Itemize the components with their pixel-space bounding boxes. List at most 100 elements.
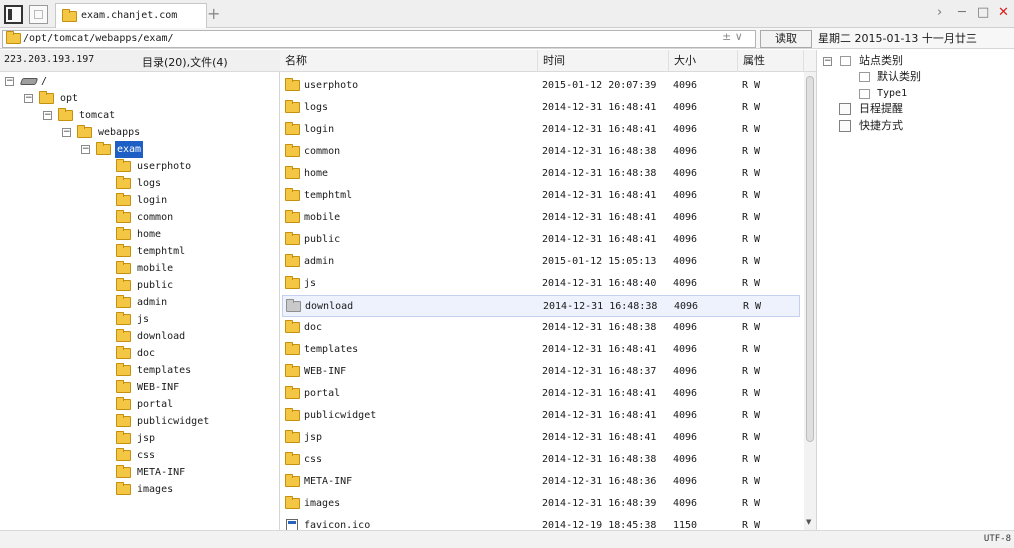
file-row[interactable]: login 2014-12-31 16:48:41 4096 R W (282, 119, 800, 141)
file-size: 4096 (673, 322, 698, 333)
file-row[interactable]: js 2014-12-31 16:48:40 4096 R W (282, 273, 800, 295)
file-row[interactable]: images 2014-12-31 16:48:39 4096 R W (282, 493, 800, 515)
column-attr[interactable]: 属性 (738, 50, 804, 72)
folder-icon (116, 448, 131, 461)
tree-node-label: temphtml (137, 246, 186, 257)
file-time: 2014-12-31 16:48:41 (542, 410, 657, 421)
file-attr: R W (742, 388, 761, 399)
tree-node-label: WEB-INF (137, 382, 180, 393)
file-row[interactable]: mobile 2014-12-31 16:48:41 4096 R W (282, 207, 800, 229)
file-row[interactable]: userphoto 2015-01-12 20:07:39 4096 R W (282, 75, 800, 97)
close-icon[interactable]: ✕ (998, 4, 1009, 22)
file-row[interactable]: templates 2014-12-31 16:48:41 4096 R W (282, 339, 800, 361)
file-attr: R W (742, 234, 761, 245)
new-tab-button[interactable]: + (207, 5, 220, 23)
tree-node-label: tomcat (79, 110, 116, 121)
file-row[interactable]: download 2014-12-31 16:48:38 4096 R W (282, 295, 800, 317)
file-time: 2014-12-19 18:45:38 (542, 520, 657, 530)
folder-icon (285, 364, 300, 377)
tree-node-label: public (137, 280, 174, 291)
file-row[interactable]: logs 2014-12-31 16:48:41 4096 R W (282, 97, 800, 119)
file-icon (286, 519, 298, 530)
blank-tab-icon[interactable] (29, 5, 48, 24)
shortcut-label: 快捷方式 (859, 119, 903, 132)
collapse-icon[interactable]: − (81, 145, 90, 154)
tree-node-label: admin (137, 297, 168, 308)
tree-node-label: common (137, 212, 174, 223)
collapse-icon[interactable]: − (62, 128, 71, 137)
file-row[interactable]: home 2014-12-31 16:48:38 4096 R W (282, 163, 800, 185)
tab-exam-chanjet[interactable]: exam.chanjet.com (55, 3, 207, 28)
file-row[interactable]: META-INF 2014-12-31 16:48:36 4096 R W (282, 471, 800, 493)
minimize-icon[interactable]: ─ (958, 4, 966, 22)
read-button[interactable]: 读取 (760, 30, 812, 48)
column-size[interactable]: 大小 (669, 50, 738, 72)
file-name: doc (304, 322, 323, 333)
file-size: 4096 (673, 432, 698, 443)
side-panel: − 站点类别 默认类别 Type1 日程提醒 快捷方式 (816, 50, 1014, 530)
scroll-down-arrow-icon[interactable]: ▼ (806, 518, 811, 526)
file-row[interactable]: css 2014-12-31 16:48:38 4096 R W (282, 449, 800, 471)
folder-icon (116, 397, 131, 410)
maximize-icon[interactable]: □ (977, 4, 989, 22)
file-size: 4096 (674, 301, 699, 312)
file-time: 2014-12-31 16:48:38 (542, 168, 657, 179)
server-info: 223.203.193.197 目录(20),文件(4) (0, 50, 280, 72)
drive-icon (19, 78, 39, 85)
collapse-icon[interactable]: − (823, 57, 832, 66)
folder-icon (286, 299, 301, 312)
file-row[interactable]: favicon.ico 2014-12-19 18:45:38 1150 R W (282, 515, 800, 530)
tree-node-label: css (137, 450, 156, 461)
file-row[interactable]: temphtml 2014-12-31 16:48:41 4096 R W (282, 185, 800, 207)
tab-bar: exam.chanjet.com + › ─ □ ✕ (0, 0, 1014, 28)
file-row[interactable]: WEB-INF 2014-12-31 16:48:37 4096 R W (282, 361, 800, 383)
file-time: 2014-12-31 16:48:41 (542, 212, 657, 223)
file-time: 2015-01-12 20:07:39 (542, 80, 657, 91)
file-row[interactable]: common 2014-12-31 16:48:38 4096 R W (282, 141, 800, 163)
file-row[interactable]: public 2014-12-31 16:48:41 4096 R W (282, 229, 800, 251)
folder-icon (116, 210, 131, 223)
reminder-icon (839, 103, 851, 115)
file-row[interactable]: admin 2015-01-12 15:05:13 4096 R W (282, 251, 800, 273)
file-time: 2014-12-31 16:48:39 (542, 498, 657, 509)
file-time: 2014-12-31 16:48:41 (542, 190, 657, 201)
path-input[interactable]: /opt/tomcat/webapps/exam/ (2, 30, 756, 48)
file-list-scrollbar[interactable]: ▼ (804, 72, 816, 530)
file-time: 2014-12-31 16:48:41 (542, 344, 657, 355)
file-attr: R W (742, 322, 761, 333)
collapse-icon[interactable]: − (43, 111, 52, 120)
file-list: userphoto 2015-01-12 20:07:39 4096 R W logs 2… (280, 72, 804, 530)
folder-tree: − / − opt − tomcat − webapps − exam userphoto logs l… (0, 72, 280, 530)
path-history-dropdown[interactable]: ± ∨ (722, 30, 743, 43)
forward-icon[interactable]: › (937, 4, 942, 22)
file-time: 2014-12-31 16:48:38 (543, 301, 658, 312)
tab-title: exam.chanjet.com (81, 10, 178, 21)
folder-icon (285, 232, 300, 245)
file-attr: R W (743, 301, 762, 312)
file-name: jsp (304, 432, 323, 443)
collapse-icon[interactable]: − (5, 77, 14, 86)
file-row[interactable]: doc 2014-12-31 16:48:38 4096 R W (282, 317, 800, 339)
file-time: 2014-12-31 16:48:41 (542, 388, 657, 399)
file-size: 4096 (673, 212, 698, 223)
default-category-label: 默认类别 (877, 70, 921, 83)
file-name: login (304, 124, 335, 135)
tree-node-label: opt (60, 93, 79, 104)
collapse-icon[interactable]: − (24, 94, 33, 103)
scrollbar-thumb[interactable] (806, 76, 814, 442)
column-time[interactable]: 时间 (538, 50, 669, 72)
folder-icon (116, 346, 131, 359)
file-size: 4096 (673, 410, 698, 421)
file-row[interactable]: publicwidget 2014-12-31 16:48:41 4096 R W (282, 405, 800, 427)
file-row[interactable]: portal 2014-12-31 16:48:41 4096 R W (282, 383, 800, 405)
file-attr: R W (742, 256, 761, 267)
panel-toggle-icon[interactable] (4, 5, 23, 24)
file-attr: R W (742, 366, 761, 377)
tree-node-label: images (137, 484, 174, 495)
file-row[interactable]: jsp 2014-12-31 16:48:41 4096 R W (282, 427, 800, 449)
file-size: 4096 (673, 190, 698, 201)
file-attr: R W (742, 498, 761, 509)
file-time: 2014-12-31 16:48:41 (542, 124, 657, 135)
column-name[interactable]: 名称 (280, 50, 538, 72)
folder-icon (285, 100, 300, 113)
